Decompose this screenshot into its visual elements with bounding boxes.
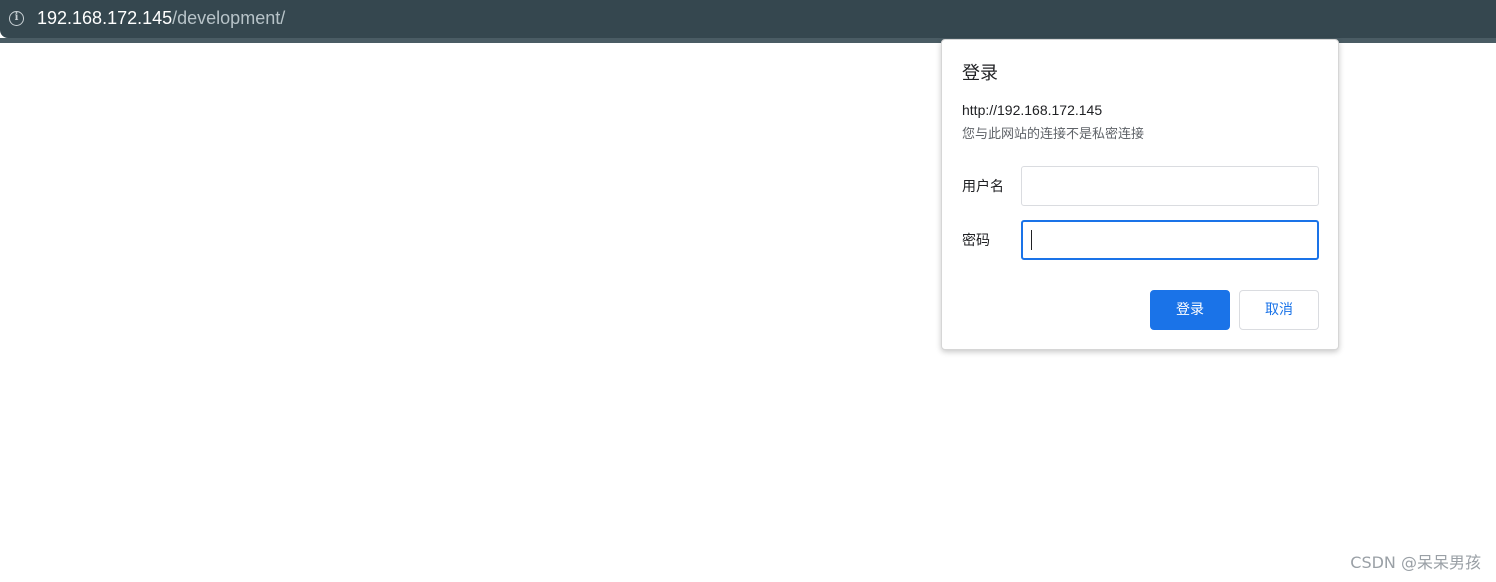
url-host: 192.168.172.145 [37, 8, 173, 28]
username-input[interactable] [1021, 166, 1319, 206]
text-caret [1031, 230, 1032, 250]
info-icon[interactable]: i [9, 11, 24, 26]
password-label: 密码 [962, 233, 990, 249]
login-button[interactable]: 登录 [1150, 290, 1230, 330]
auth-dialog: 登录 http://192.168.172.145 您与此网站的连接不是私密连接… [941, 39, 1339, 350]
dialog-origin: http://192.168.172.145 [962, 102, 1103, 118]
url-path: /development/ [172, 8, 286, 28]
password-input[interactable] [1021, 220, 1319, 260]
connection-warning: 您与此网站的连接不是私密连接 [962, 127, 1145, 142]
dialog-title: 登录 [962, 63, 998, 84]
username-label: 用户名 [962, 179, 1004, 195]
browser-address-bar[interactable]: i 192.168.172.145/development/ [0, 0, 1496, 38]
cancel-button[interactable]: 取消 [1239, 290, 1319, 330]
watermark: CSDN @呆呆男孩 [1350, 553, 1481, 572]
url-text[interactable]: 192.168.172.145/development/ [37, 6, 285, 30]
